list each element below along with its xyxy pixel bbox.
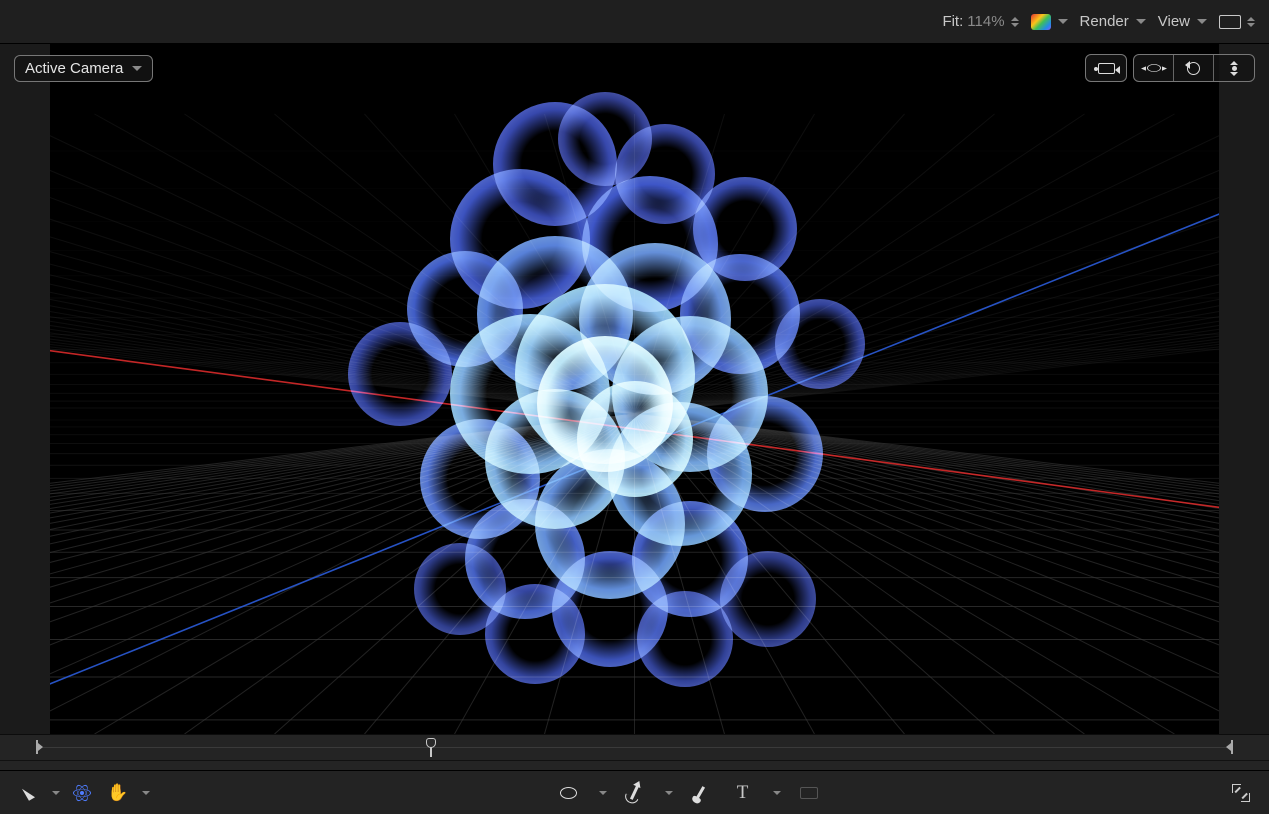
text-tool[interactable]: T	[729, 779, 757, 807]
aspect-rect-icon	[1219, 15, 1241, 29]
3d-transform-tool[interactable]	[68, 779, 96, 807]
dolly-icon	[1232, 61, 1236, 76]
view-menu[interactable]: View	[1158, 13, 1207, 30]
pan-tool[interactable]: ✋	[104, 779, 132, 807]
camera-selector-label: Active Camera	[25, 60, 123, 77]
dolly-button[interactable]	[1214, 55, 1254, 81]
color-channels-menu[interactable]	[1031, 14, 1068, 30]
track-line	[36, 747, 1233, 748]
playhead[interactable]	[426, 737, 436, 757]
chevron-down-icon	[1058, 19, 1068, 24]
color-wheel-icon	[1031, 14, 1051, 30]
particle-emitter-preview	[50, 44, 1219, 734]
view-nav-cluster	[1085, 54, 1255, 82]
canvas-area: Active Camera	[0, 44, 1269, 734]
text-tool-menu[interactable]	[773, 791, 781, 795]
brush-icon	[696, 786, 705, 799]
particle-sphere	[348, 322, 452, 426]
shape-tool-menu[interactable]	[599, 791, 607, 795]
fit-zoom-control[interactable]: Fit: 114%	[942, 13, 1018, 30]
rect-mask-icon	[800, 787, 818, 799]
camera-toggle-group	[1085, 54, 1127, 82]
atom-orbit-icon	[73, 784, 91, 802]
mask-tool[interactable]	[795, 779, 823, 807]
render-label: Render	[1080, 13, 1129, 30]
view-transform-group	[1133, 54, 1255, 82]
bezier-tool-menu[interactable]	[665, 791, 673, 795]
shape-tool[interactable]	[555, 779, 583, 807]
select-tool-menu[interactable]	[52, 791, 60, 795]
chevron-down-icon	[132, 66, 142, 71]
chevron-down-icon	[1136, 19, 1146, 24]
tools-toolbar: ✋ T	[0, 770, 1269, 814]
hand-icon: ✋	[107, 784, 128, 801]
pan-tool-menu[interactable]	[142, 791, 150, 795]
canvas-viewport[interactable]	[50, 44, 1219, 734]
pen-curve-icon	[630, 785, 639, 800]
in-point-marker[interactable]	[36, 740, 38, 754]
canvas-overlay-controls: Active Camera	[14, 54, 1255, 82]
particle-sphere	[707, 396, 823, 512]
aspect-ratio-menu[interactable]	[1219, 15, 1255, 29]
viewer-top-toolbar: Fit: 114% Render View	[0, 0, 1269, 44]
camera-selector[interactable]: Active Camera	[14, 55, 153, 82]
particle-sphere	[414, 543, 506, 635]
particle-sphere	[775, 299, 865, 389]
paint-tool[interactable]	[687, 779, 715, 807]
view-label: View	[1158, 13, 1190, 30]
ellipse-icon	[560, 787, 577, 799]
set-camera-button[interactable]	[1086, 55, 1126, 81]
stepper-icon	[1011, 17, 1019, 27]
fullscreen-button[interactable]	[1227, 779, 1255, 807]
toolbar-divider	[0, 760, 1269, 770]
select-tool[interactable]	[14, 779, 42, 807]
expand-icon	[1232, 784, 1250, 802]
fit-label: Fit:	[942, 13, 963, 30]
reset-view-button[interactable]	[1174, 55, 1214, 81]
fit-value: 114%	[967, 13, 1004, 30]
text-icon: T	[737, 782, 749, 804]
chevron-down-icon	[1197, 19, 1207, 24]
render-menu[interactable]: Render	[1080, 13, 1146, 30]
stepper-icon	[1247, 17, 1255, 27]
orbit-icon	[1147, 64, 1161, 72]
pan-orbit-button[interactable]	[1134, 55, 1174, 81]
out-point-marker[interactable]	[1231, 740, 1233, 754]
bezier-tool[interactable]	[621, 779, 649, 807]
camera-icon	[1098, 63, 1115, 74]
mini-timeline[interactable]	[0, 734, 1269, 760]
reset-icon	[1187, 62, 1200, 75]
particle-sphere	[720, 551, 816, 647]
particle-sphere	[637, 591, 733, 687]
pointer-icon	[21, 785, 34, 801]
